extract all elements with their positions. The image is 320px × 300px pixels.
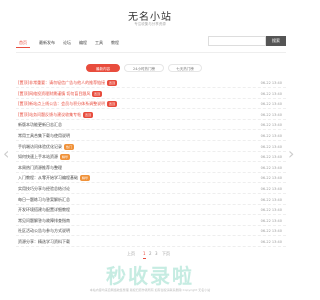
post-date: 06-22 13:40 — [260, 229, 282, 234]
site-subtitle: 专注收集与分享资源 — [134, 22, 166, 26]
nav-item-latest[interactable]: 最新发布 — [36, 38, 58, 48]
post-date: 06-22 13:40 — [260, 134, 282, 138]
post-title[interactable]: 每日一题练习与答案解析汇总 — [18, 196, 70, 204]
post-date: 06-22 13:40 — [260, 208, 282, 213]
post-prefix: [置顶] — [18, 111, 30, 117]
list-item[interactable]: 社区活动公告与参与方式说明 06-22 13:40 — [16, 226, 286, 237]
post-date: 06-22 13:40 — [260, 155, 282, 160]
nav-item-forum[interactable]: 论坛 — [60, 38, 74, 48]
nav-item-tools[interactable]: 工具 — [92, 38, 106, 48]
list-item[interactable]: 手机端访问体验优化记录 06-22 13:40 热门 — [16, 142, 286, 152]
post-badge: 热门 — [64, 143, 75, 150]
post-date: 06-22 13:40 — [260, 112, 282, 117]
list-item[interactable]: [置顶]站务问题反馈与建议收集专帖 06-22 13:40 置顶 — [16, 110, 286, 120]
post-title-text[interactable]: 站务问题反馈与建议收集专帖 — [29, 112, 81, 117]
page-prev[interactable]: 上页 — [127, 250, 135, 258]
search-button[interactable]: 搜索 — [266, 36, 286, 46]
post-title[interactable]: 新版本功能更新日志汇总 — [18, 121, 62, 129]
list-item[interactable]: 资源分享：精选学习资料下载 06-22 13:40 — [16, 237, 286, 247]
post-title[interactable]: 常用工具合集下载与使用说明 — [18, 132, 70, 140]
post-title[interactable]: 资源分享：精选学习资料下载 — [18, 238, 70, 246]
footer-copyright: 本站内容均来自网络收集整理 版权归原作者所有 如有侵权请联系删除 Copyrig… — [89, 288, 211, 292]
post-date: 06-22 13:40 — [260, 123, 282, 128]
post-date: 06-22 13:40 — [260, 91, 282, 96]
pagination: 上页 1 2 3 下页 — [0, 250, 300, 259]
post-prefix: [置顶] — [18, 101, 30, 107]
post-date: 06-22 13:40 — [260, 197, 282, 202]
page-2[interactable]: 2 — [149, 250, 152, 258]
main-nav: 首页 最新发布 论坛 编程 工具 教程 搜索 — [16, 36, 286, 55]
post-title-text[interactable]: 网络投资理财需谨慎 切勿盲目跟风 — [29, 91, 90, 96]
post-badge: 置顶 — [107, 101, 118, 108]
post-title[interactable]: [置顶]站务问题反馈与建议收集专帖 — [18, 111, 81, 119]
post-title[interactable]: 如何快速上手本站资源 — [18, 153, 58, 161]
post-badge: 置顶 — [92, 90, 103, 97]
post-badge: 置顶 — [107, 80, 118, 86]
post-title[interactable]: [置顶]网络投资理财需谨慎 切勿盲目跟风 — [18, 90, 90, 98]
list-item[interactable]: 新版本功能更新日志汇总 06-22 13:40 — [16, 120, 286, 131]
site-title[interactable]: 无名小站 — [0, 8, 300, 23]
list-item[interactable]: 如何快速上手本站资源 06-22 13:40 精华 — [16, 152, 286, 163]
post-badge: 精华 — [80, 175, 91, 182]
list-item[interactable]: 常用工具合集下载与使用说明 06-22 13:40 — [16, 131, 286, 141]
list-item[interactable]: [置顶]新站点上线公告：会员与积分体系调整说明 06-22 13:40 置顶 — [16, 99, 286, 110]
post-title-text[interactable]: 新站点上线公告：会员与积分体系调整说明 — [29, 101, 105, 106]
list-item[interactable]: [置顶]非常重要：请勿轻信广告与他人的推荐链接 06-22 13:40 置顶 — [16, 78, 286, 88]
tab-latest[interactable]: 最新内容 — [86, 64, 120, 72]
post-title[interactable]: 常见问题解答与故障排查指南 — [18, 217, 70, 225]
search-input[interactable] — [209, 46, 265, 55]
post-date: 06-22 13:40 — [260, 102, 282, 107]
nav-item-home[interactable]: 首页 — [16, 38, 30, 48]
list-item[interactable]: 实用技巧分享与经验总结讨论 06-22 13:40 — [16, 184, 286, 194]
header-divider — [16, 52, 286, 53]
post-date: 06-22 13:40 — [260, 240, 282, 244]
tab-7day-hot[interactable]: 七天热门榜 — [168, 64, 202, 72]
post-date: 06-22 13:40 — [260, 165, 282, 170]
post-title[interactable]: 社区活动公告与参与方式说明 — [18, 227, 70, 235]
post-title[interactable]: 本周热门资源推荐与整理 — [18, 164, 62, 172]
page-3[interactable]: 3 — [155, 250, 158, 258]
post-date: 06-22 13:40 — [260, 218, 282, 223]
search-box — [208, 36, 266, 55]
list-item[interactable]: 每日一题练习与答案解析汇总 06-22 13:40 — [16, 195, 286, 205]
post-badge: 精华 — [60, 154, 71, 161]
page-1[interactable]: 1 — [143, 250, 146, 259]
post-title[interactable]: 手机端访问体验优化记录 — [18, 143, 62, 151]
page-next[interactable]: 下页 — [162, 250, 170, 258]
chevron-right-icon[interactable]: › — [288, 146, 294, 162]
list-item[interactable]: 本周热门资源推荐与整理 06-22 13:40 — [16, 163, 286, 173]
list-tabs: 最新内容 24小时热门榜 七天热门榜 — [16, 64, 286, 72]
watermark: 秒收录啦 — [106, 264, 194, 288]
post-badge: 置顶 — [83, 111, 94, 118]
post-title[interactable]: 实用技巧分享与经验总结讨论 — [18, 185, 70, 193]
post-prefix: [置顶] — [18, 80, 30, 85]
post-title[interactable]: [置顶]非常重要：请勿轻信广告与他人的推荐链接 — [18, 79, 105, 87]
list-item[interactable]: 入门教程：从零开始学习编程基础 06-22 13:40 精华 — [16, 173, 286, 184]
tab-24h-hot[interactable]: 24小时热门榜 — [124, 64, 164, 72]
post-title[interactable]: 开发环境搭建与配置详细教程 — [18, 206, 70, 214]
post-title-text[interactable]: 非常重要：请勿轻信广告与他人的推荐链接 — [29, 80, 105, 85]
post-date: 06-22 13:40 — [260, 187, 282, 191]
post-prefix: [置顶] — [18, 90, 30, 96]
chevron-left-icon[interactable]: ‹ — [3, 146, 9, 162]
nav-item-tutorials[interactable]: 教程 — [108, 38, 122, 48]
list-item[interactable]: 常见问题解答与故障排查指南 06-22 13:40 — [16, 216, 286, 226]
site-header: 无名小站 专注收集与分享资源 — [0, 0, 300, 32]
list-item[interactable]: [置顶]网络投资理财需谨慎 切勿盲目跟风 06-22 13:40 置顶 — [16, 89, 286, 99]
post-date: 06-22 13:40 — [260, 81, 282, 85]
post-title[interactable]: 入门教程：从零开始学习编程基础 — [18, 174, 78, 182]
post-title[interactable]: [置顶]新站点上线公告：会员与积分体系调整说明 — [18, 100, 105, 108]
nav-item-code[interactable]: 编程 — [76, 38, 90, 48]
list-item[interactable]: 开发环境搭建与配置详细教程 06-22 13:40 — [16, 205, 286, 216]
post-date: 06-22 13:40 — [260, 144, 282, 149]
post-date: 06-22 13:40 — [260, 176, 282, 181]
